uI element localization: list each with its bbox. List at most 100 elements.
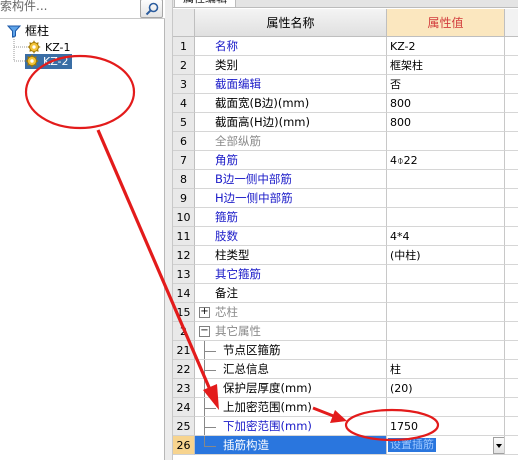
property-value-cell[interactable]: (20) [387, 379, 505, 398]
property-value-cell[interactable] [387, 265, 505, 284]
property-name-cell[interactable]: 肢数 [195, 227, 387, 246]
property-value-cell[interactable] [387, 303, 505, 322]
tree-line [204, 408, 216, 409]
tree-item-label: KZ-2 [43, 55, 69, 68]
table-row[interactable]: 6 全部纵筋 [173, 132, 518, 151]
property-value-cell[interactable]: 柱 [387, 360, 505, 379]
table-row[interactable]: 2− 其它属性 [173, 322, 518, 341]
property-name-cell[interactable]: 上加密范围(mm) [195, 398, 387, 417]
table-row[interactable]: 9 H边一侧中部筋 [173, 189, 518, 208]
property-name-cell[interactable]: 名称 [195, 37, 387, 56]
property-name-cell[interactable]: 汇总信息 [195, 360, 387, 379]
property-name-cell[interactable]: 全部纵筋 [195, 132, 387, 151]
property-name-cell[interactable]: H边一侧中部筋 [195, 189, 387, 208]
property-name: 汇总信息 [223, 362, 269, 376]
table-row[interactable]: 15 + 芯柱 [173, 303, 518, 322]
table-row[interactable]: 22 汇总信息 柱 [173, 360, 518, 379]
table-row[interactable]: 3 截面编辑 否 [173, 75, 518, 94]
property-name: B边一侧中部筋 [215, 172, 292, 186]
table-row[interactable]: 5 截面高(H边)(mm) 800 [173, 113, 518, 132]
property-name-cell[interactable]: 箍筋 [195, 208, 387, 227]
gear-icon [27, 40, 41, 54]
tree-root-column[interactable]: 框柱 [7, 24, 49, 39]
property-name: H边一侧中部筋 [215, 191, 293, 205]
property-name: 柱类型 [215, 248, 250, 262]
table-row[interactable]: 21 节点区箍筋 [173, 341, 518, 360]
property-name-cell[interactable]: 下加密范围(mm) [195, 417, 387, 436]
row-number: 23 [173, 379, 195, 398]
property-name-cell[interactable]: 其它箍筋 [195, 265, 387, 284]
property-value-cell[interactable]: 800 [387, 94, 505, 113]
table-row[interactable]: 24 上加密范围(mm) [173, 398, 518, 417]
table-row[interactable]: 1 名称 KZ-2 [173, 37, 518, 56]
funnel-icon [7, 25, 21, 38]
property-name-cell[interactable]: 备注 [195, 284, 387, 303]
property-name: 角筋 [215, 153, 238, 167]
property-value-cell[interactable] [387, 341, 505, 360]
table-row[interactable]: 12 柱类型 (中柱) [173, 246, 518, 265]
row-extra-cell [505, 75, 518, 94]
property-value-cell[interactable] [387, 170, 505, 189]
property-name-cell[interactable]: 角筋 [195, 151, 387, 170]
property-name: 上加密范围(mm) [223, 400, 312, 414]
property-name: 截面编辑 [215, 77, 261, 91]
expand-icon[interactable]: + [199, 307, 210, 318]
property-name-cell[interactable]: 插筋构造 [195, 436, 387, 455]
row-number: 11 [173, 227, 195, 246]
property-value-cell[interactable] [387, 284, 505, 303]
property-value-cell[interactable]: 4⌽22 [387, 151, 505, 170]
property-name-cell[interactable]: − 其它属性 [195, 322, 387, 341]
property-value-cell[interactable]: 设置插筋 [387, 436, 505, 455]
table-row[interactable]: 7 角筋 4⌽22 [173, 151, 518, 170]
row-extra-cell [505, 37, 518, 56]
collapse-icon[interactable]: − [199, 326, 210, 337]
property-value-cell[interactable]: 框架柱 [387, 56, 505, 75]
property-name-cell[interactable]: B边一侧中部筋 [195, 170, 387, 189]
property-name-cell[interactable]: 柱类型 [195, 246, 387, 265]
tab-property-edit[interactable]: 属性编辑 [174, 0, 236, 7]
row-extra-cell [505, 322, 518, 341]
property-name-cell[interactable]: 节点区箍筋 [195, 341, 387, 360]
tree-item-kz1[interactable]: KZ-1 [27, 40, 71, 55]
property-value-cell[interactable]: 否 [387, 75, 505, 94]
property-name-cell[interactable]: 类别 [195, 56, 387, 75]
tree-item-kz2[interactable]: KZ-2 [25, 54, 72, 69]
property-value-cell[interactable] [387, 322, 505, 341]
property-name: 截面宽(B边)(mm) [215, 96, 310, 110]
table-row[interactable]: 25 下加密范围(mm) 1750 [173, 417, 518, 436]
property-value-cell[interactable] [387, 132, 505, 151]
row-extra-cell [505, 379, 518, 398]
property-value-cell[interactable]: 800 [387, 113, 505, 132]
property-name: 芯柱 [215, 305, 238, 319]
property-name-cell[interactable]: 保护层厚度(mm) [195, 379, 387, 398]
table-row[interactable]: 2 类别 框架柱 [173, 56, 518, 75]
table-row[interactable]: 4 截面宽(B边)(mm) 800 [173, 94, 518, 113]
property-value-cell[interactable]: 1750 [387, 417, 505, 436]
property-value-cell[interactable]: 4*4 [387, 227, 505, 246]
property-name-cell[interactable]: 截面高(H边)(mm) [195, 113, 387, 132]
table-row[interactable]: 8 B边一侧中部筋 [173, 170, 518, 189]
property-name-cell[interactable]: 截面宽(B边)(mm) [195, 94, 387, 113]
property-value-cell[interactable] [387, 398, 505, 417]
property-name-cell[interactable]: + 芯柱 [195, 303, 387, 322]
property-name: 类别 [215, 58, 238, 72]
table-row[interactable]: 23 保护层厚度(mm) (20) [173, 379, 518, 398]
dropdown-button[interactable] [493, 437, 504, 454]
property-name-cell[interactable]: 截面编辑 [195, 75, 387, 94]
tree-item-label: KZ-1 [45, 41, 71, 54]
table-row[interactable]: 26 插筋构造 设置插筋 [173, 436, 518, 455]
row-number: 9 [173, 189, 195, 208]
panel-splitter[interactable] [165, 0, 173, 460]
row-number: 10 [173, 208, 195, 227]
table-row[interactable]: 11 肢数 4*4 [173, 227, 518, 246]
gear-icon [25, 54, 39, 68]
property-value-cell[interactable]: KZ-2 [387, 37, 505, 56]
property-value-cell[interactable] [387, 208, 505, 227]
property-value-cell[interactable] [387, 189, 505, 208]
tree-line [204, 446, 216, 447]
table-row[interactable]: 10 箍筋 [173, 208, 518, 227]
table-row[interactable]: 14 备注 [173, 284, 518, 303]
property-editor-panel: 属性编辑 属性名称 属性值 1 名称 KZ-2 2 类别 框架柱 3 截面编辑 否 4 截面宽(B边… [173, 0, 518, 460]
property-value-cell[interactable]: (中柱) [387, 246, 505, 265]
table-row[interactable]: 13 其它箍筋 [173, 265, 518, 284]
